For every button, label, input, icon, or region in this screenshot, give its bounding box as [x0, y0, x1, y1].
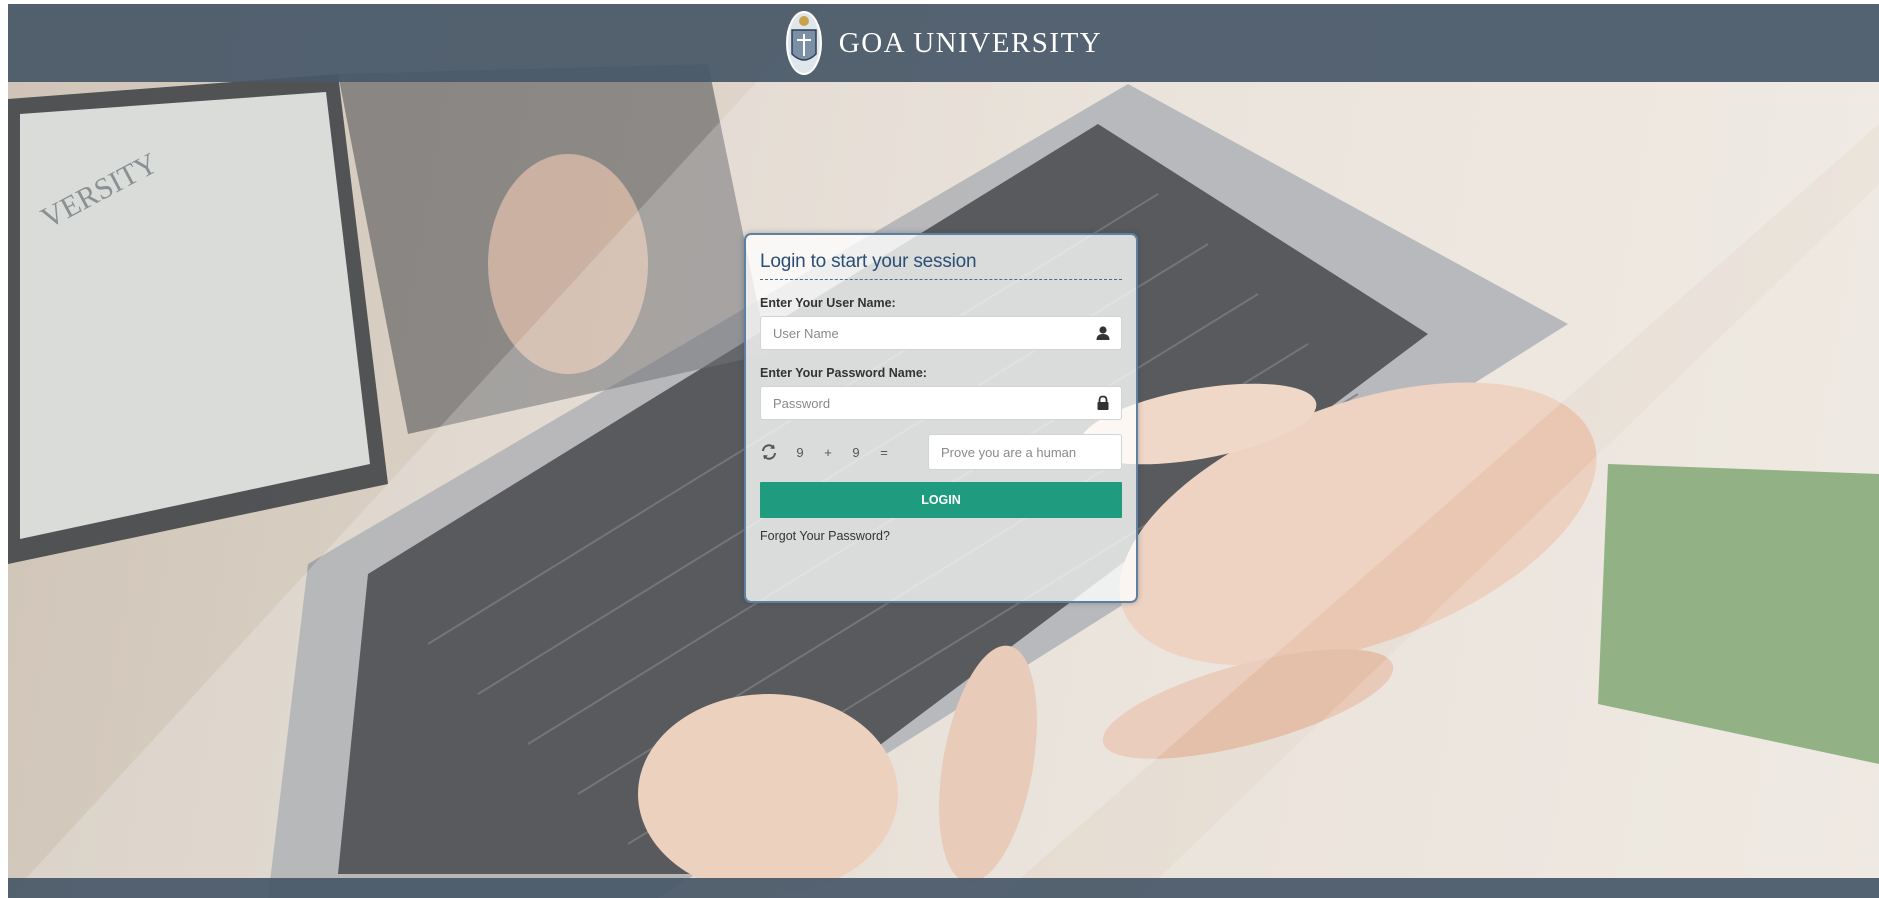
user-icon: [1096, 326, 1110, 340]
password-label: Enter Your Password Name:: [760, 366, 927, 380]
captcha-operator: +: [824, 444, 832, 460]
site-footer: [8, 878, 1879, 898]
captcha-operand-2: 9: [852, 444, 860, 460]
username-field-wrapper: [760, 316, 1122, 350]
heading-divider: [760, 279, 1122, 280]
login-button[interactable]: LOGIN: [760, 482, 1122, 518]
captcha-field-wrapper: [928, 434, 1122, 470]
university-crest-icon: [785, 11, 822, 75]
forgot-password-link[interactable]: Forgot Your Password?: [760, 529, 890, 543]
captcha-answer-input[interactable]: [929, 435, 1121, 469]
login-card: Login to start your session Enter Your U…: [744, 233, 1138, 603]
refresh-icon[interactable]: [760, 443, 778, 461]
password-input[interactable]: [761, 387, 1121, 419]
username-input[interactable]: [761, 317, 1121, 349]
captcha-row: 9 + 9 =: [760, 434, 1122, 470]
username-label: Enter Your User Name:: [760, 296, 896, 310]
university-name: GOA UNIVERSITY: [838, 26, 1103, 59]
captcha-equals: =: [880, 444, 888, 460]
captcha-operand-1: 9: [796, 444, 804, 460]
password-field-wrapper: [760, 386, 1122, 420]
lock-icon: [1097, 395, 1109, 410]
site-header: GOA UNIVERSITY: [8, 4, 1879, 82]
login-heading: Login to start your session: [760, 251, 977, 272]
